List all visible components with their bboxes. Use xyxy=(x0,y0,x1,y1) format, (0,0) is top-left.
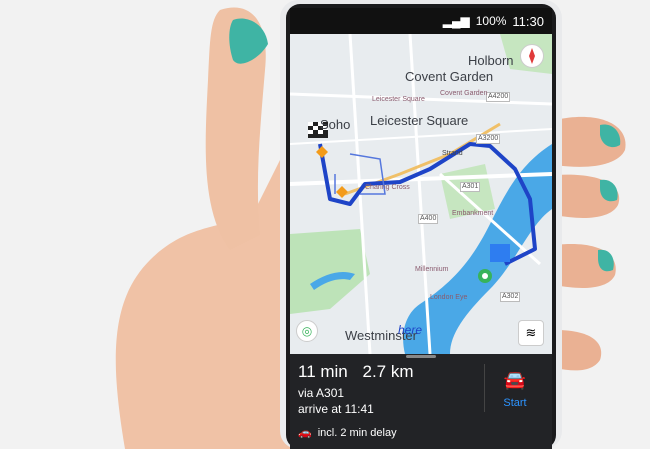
clock: 11:30 xyxy=(512,13,544,29)
scene: ▂▄▆ 100% 11:30 Covent Garden Leicester S… xyxy=(0,0,650,449)
road-label-strand: Strand xyxy=(442,150,463,157)
map-label-soho: Soho xyxy=(320,117,351,132)
drag-handle[interactable] xyxy=(406,355,436,358)
route-duration: 11 min xyxy=(298,362,348,381)
road-label-a400: A400 xyxy=(418,214,439,224)
route-via: via A301 xyxy=(298,386,345,400)
eta-row: 11 min 2.7 km xyxy=(298,362,424,382)
map-view[interactable]: Covent Garden Leicester Square Holborn W… xyxy=(290,34,552,354)
poi-london-eye: London Eye xyxy=(430,294,468,301)
start-button[interactable]: 🚘 Start xyxy=(490,370,540,414)
phone-screen: ▂▄▆ 100% 11:30 Covent Garden Leicester S… xyxy=(290,8,552,449)
here-watermark: here xyxy=(398,323,423,337)
poi-covent: Covent Garden xyxy=(440,90,488,97)
route-panel: 11 min 2.7 km via A301 arrive at 11:41 🚗… xyxy=(290,354,552,449)
route-delay: incl. 2 min delay xyxy=(317,426,397,439)
route-distance: 2.7 km xyxy=(362,362,414,381)
divider xyxy=(484,364,485,412)
locate-icon: ◎ xyxy=(301,324,313,338)
layers-button[interactable]: ≋ xyxy=(518,320,544,346)
poi-leicester: Leicester Square xyxy=(372,96,425,103)
delay-row: 🚗 incl. 2 min delay xyxy=(298,426,397,440)
status-bar: ▂▄▆ 100% 11:30 xyxy=(290,8,552,34)
road-label-a301: A301 xyxy=(460,182,481,192)
road-label-a302: A302 xyxy=(500,292,521,302)
poi-charing: Charing Cross xyxy=(365,184,410,191)
poi-millennium: Millennium xyxy=(415,266,449,273)
poi-embankment: Embankment xyxy=(452,210,494,217)
layers-icon: ≋ xyxy=(525,325,537,340)
map-label-covent: Covent Garden xyxy=(405,69,494,84)
route-arrive: arrive at 11:41 xyxy=(298,402,374,416)
compass-icon[interactable] xyxy=(520,44,544,68)
car-icon: 🚘 xyxy=(503,370,527,390)
road-label-a4200: A4200 xyxy=(486,92,511,102)
map-label-leicester: Leicester Square xyxy=(370,113,469,128)
signal-icon: ▂▄▆ xyxy=(442,14,470,28)
start-label: Start xyxy=(503,397,527,409)
traffic-icon: 🚗 xyxy=(298,427,312,439)
battery-label: 100% xyxy=(475,14,507,28)
locate-button[interactable]: ◎ xyxy=(296,320,318,342)
map-label-holborn: Holborn xyxy=(468,53,514,68)
road-label-a3200: A3200 xyxy=(476,134,501,144)
